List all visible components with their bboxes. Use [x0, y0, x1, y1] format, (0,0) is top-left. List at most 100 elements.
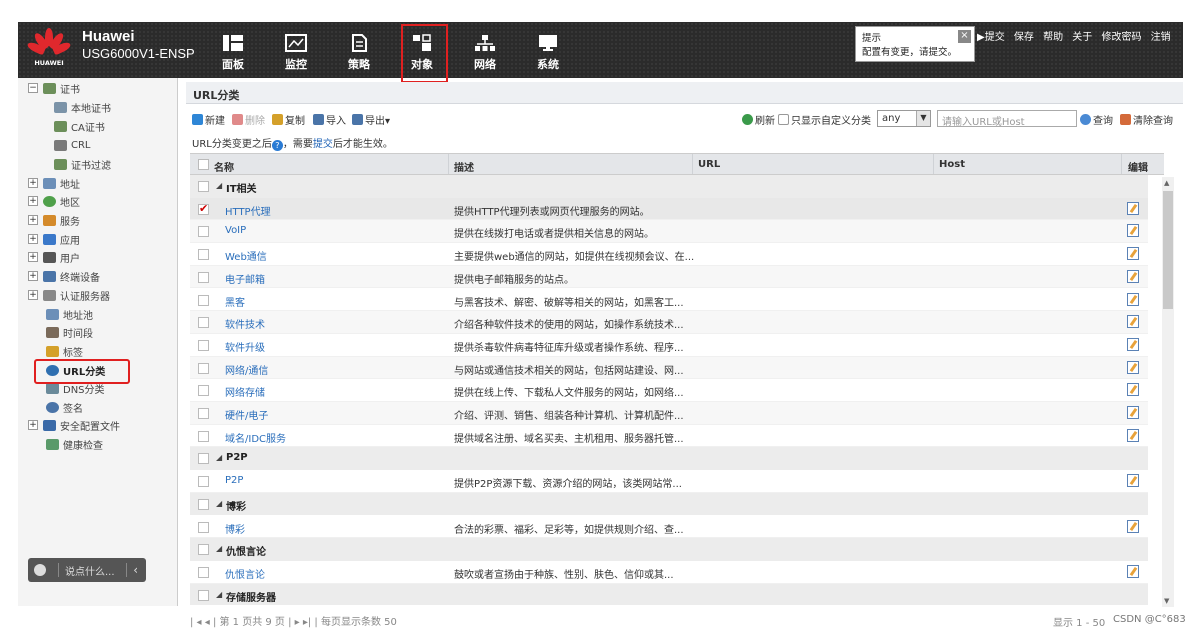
tree-item-terminal[interactable]: + 终端设备	[28, 268, 100, 284]
col-desc[interactable]: 描述	[454, 159, 474, 174]
submit-link[interactable]: ▶提交	[977, 32, 1005, 43]
row-checkbox[interactable]	[198, 589, 209, 601]
tree-item-signature[interactable]: 签名	[46, 399, 83, 415]
chevron-down-icon[interactable]: ▼	[916, 111, 930, 126]
tree-item-tag[interactable]: 标签	[46, 343, 83, 359]
tree-item-address[interactable]: + 地址	[28, 175, 80, 191]
tree-item-user[interactable]: + 用户	[28, 249, 80, 265]
query-button[interactable]: 查询	[1080, 112, 1113, 127]
pagination-bar[interactable]: | ◂ ◂ | 第 1 页共 9 页 | ▸ ▸| | 每页显示条数 50	[190, 613, 397, 628]
select-all-checkbox[interactable]	[198, 159, 209, 170]
custom-only-checkbox[interactable]: 只显示自定义分类	[778, 112, 871, 127]
tree-item-application[interactable]: + 应用	[28, 231, 80, 247]
row-checkbox[interactable]	[198, 202, 209, 215]
table-row[interactable]: 黑客 与黑客技术、解密、破解等相关的网站，如黑客工...	[190, 288, 1148, 312]
row-checkbox[interactable]	[198, 294, 209, 306]
edit-icon[interactable]	[1127, 292, 1139, 306]
collapse-triangle-icon[interactable]: ◢	[216, 590, 222, 599]
expand-icon[interactable]: +	[28, 196, 38, 206]
category-name-link[interactable]: 网络/通信	[225, 362, 268, 377]
group-row[interactable]: ◢ IT相关	[190, 175, 1148, 198]
row-checkbox[interactable]	[198, 566, 209, 578]
edit-icon[interactable]	[1127, 201, 1139, 215]
scroll-thumb[interactable]	[1163, 191, 1173, 309]
tree-item-security-profile[interactable]: + 安全配置文件	[28, 417, 120, 433]
category-name-link[interactable]: 博彩	[225, 521, 245, 536]
import-button[interactable]: 导入	[313, 112, 346, 127]
tree-item-health-check[interactable]: 健康检查	[46, 436, 103, 452]
edit-icon[interactable]	[1127, 269, 1139, 283]
collapse-arrow-icon[interactable]: ‹	[133, 563, 138, 577]
tree-item-local-cert[interactable]: 本地证书	[54, 99, 111, 115]
tree-item-auth-server[interactable]: + 认证服务器	[28, 287, 110, 303]
category-name-link[interactable]: 电子邮箱	[225, 271, 265, 286]
logout-link[interactable]: 注销	[1151, 32, 1171, 43]
expand-icon[interactable]: +	[28, 252, 38, 262]
tree-item-ca-cert[interactable]: CA证书	[54, 118, 105, 134]
edit-icon[interactable]	[1127, 315, 1139, 329]
scroll-up-icon[interactable]: ▲	[1164, 179, 1169, 187]
table-row[interactable]: VoIP 提供在线拨打电话或者提供相关信息的网站。	[190, 220, 1148, 244]
close-icon[interactable]: ×	[958, 30, 971, 43]
expand-icon[interactable]: +	[28, 271, 38, 281]
category-name-link[interactable]: 黑客	[225, 294, 245, 309]
table-row[interactable]: 软件技术 介绍各种软件技术的使用的网站，如操作系统技术...	[190, 311, 1148, 334]
expand-icon[interactable]: +	[28, 420, 38, 430]
group-row[interactable]: ◢ 博彩	[190, 492, 1148, 516]
tree-item-cert-filter[interactable]: 证书过滤	[54, 156, 111, 172]
nav-system[interactable]: 系统	[525, 30, 571, 72]
nav-policy[interactable]: 策略	[336, 30, 382, 72]
clear-query-button[interactable]: 清除查询	[1120, 112, 1173, 127]
category-name-link[interactable]: 软件升级	[225, 339, 265, 354]
nav-monitor[interactable]: 监控	[273, 30, 319, 72]
chat-box[interactable]: 说点什么... ‹	[28, 558, 146, 582]
row-checkbox[interactable]	[198, 408, 209, 419]
table-row[interactable]: P2P 提供P2P资源下载、资源介绍的网站，该类网站常...	[190, 470, 1148, 493]
expand-icon[interactable]: +	[28, 290, 38, 300]
table-row[interactable]: 网络存储 提供在线上传、下载私人文件服务的网站，如网络...	[190, 379, 1148, 402]
tree-item-service[interactable]: + 服务	[28, 212, 80, 228]
row-checkbox[interactable]	[198, 339, 209, 351]
category-name-link[interactable]: 仇恨言论	[225, 566, 265, 581]
vertical-scrollbar[interactable]: ▲ ▼	[1162, 177, 1174, 607]
row-checkbox[interactable]	[198, 362, 209, 374]
refresh-button[interactable]: 刷新	[742, 112, 775, 127]
group-row[interactable]: ◢ 存储服务器	[190, 583, 1148, 605]
tree-item-time-range[interactable]: 时间段	[46, 324, 93, 340]
row-checkbox[interactable]	[198, 476, 209, 488]
scroll-down-icon[interactable]: ▼	[1164, 597, 1169, 605]
edit-icon[interactable]	[1127, 474, 1139, 488]
tree-item-region[interactable]: + 地区	[28, 193, 80, 209]
table-row[interactable]: 域名/IDC服务 提供域名注册、域名买卖、主机租用、服务器托管...	[190, 424, 1148, 448]
edit-icon[interactable]	[1127, 337, 1139, 351]
edit-icon[interactable]	[1127, 428, 1139, 442]
submit-inline-link[interactable]: 提交	[313, 139, 333, 150]
about-link[interactable]: 关于	[1072, 32, 1092, 43]
save-link[interactable]: 保存	[1014, 32, 1034, 43]
collapse-triangle-icon[interactable]: ◢	[216, 181, 222, 190]
row-checkbox[interactable]	[198, 249, 209, 261]
table-row[interactable]: 硬件/电子 介绍、评测、销售、组装各种计算机、计算机配件...	[190, 402, 1148, 425]
row-checkbox[interactable]	[198, 521, 209, 533]
table-row[interactable]: Web通信 主要提供web通信的网站，如提供在线视频会议、在...	[190, 243, 1148, 266]
new-button[interactable]: 新建	[192, 112, 225, 127]
row-checkbox[interactable]	[198, 271, 209, 283]
edit-icon[interactable]	[1127, 519, 1139, 533]
category-name-link[interactable]: P2P	[225, 475, 243, 486]
category-name-link[interactable]: VoIP	[225, 225, 246, 236]
expand-icon[interactable]: +	[28, 234, 38, 244]
row-checkbox[interactable]	[198, 498, 209, 510]
delete-button[interactable]: 删除	[232, 112, 265, 127]
category-name-link[interactable]: 域名/IDC服务	[225, 430, 286, 445]
category-name-link[interactable]: 软件技术	[225, 316, 265, 331]
edit-icon[interactable]	[1127, 224, 1139, 238]
category-name-link[interactable]: Web通信	[225, 248, 267, 263]
col-url[interactable]: URL	[698, 159, 720, 170]
help-icon[interactable]: ?	[271, 140, 283, 151]
help-link[interactable]: 帮助	[1043, 32, 1063, 43]
table-row[interactable]: 电子邮箱 提供电子邮箱服务的站点。	[190, 265, 1148, 289]
category-name-link[interactable]: 硬件/电子	[225, 407, 268, 422]
collapse-triangle-icon[interactable]: ◢	[216, 453, 222, 462]
tree-item-cert[interactable]: − 证书	[28, 80, 80, 96]
edit-icon[interactable]	[1127, 247, 1139, 261]
